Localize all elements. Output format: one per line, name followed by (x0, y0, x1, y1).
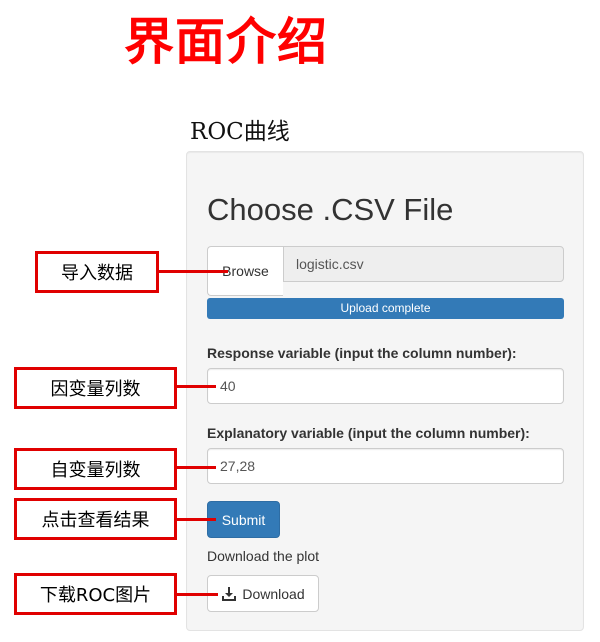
download-plot-label: Download the plot (207, 548, 320, 564)
explanatory-columns-arrow (176, 466, 216, 469)
submit-button[interactable]: Submit (207, 501, 280, 538)
panel-heading: Choose .CSV File (207, 192, 454, 227)
view-results-arrow (176, 518, 216, 521)
annotation-import-data: 导入数据 (35, 251, 159, 293)
file-input-group: Browse logistic.csv (207, 246, 564, 296)
annotation-explanatory-columns: 自变量列数 (14, 448, 177, 490)
file-name-field: logistic.csv (283, 246, 564, 282)
page-title: 界面介绍 (124, 13, 328, 71)
explanatory-variable-label: Explanatory variable (input the column n… (207, 425, 530, 441)
download-button[interactable]: Download (207, 575, 319, 612)
response-variable-input[interactable]: 40 (207, 368, 564, 404)
download-button-label: Download (242, 585, 305, 602)
upload-panel: Choose .CSV File Browse logistic.csv Upl… (186, 151, 584, 631)
download-icon (221, 586, 237, 602)
import-data-arrow (158, 270, 228, 273)
annotation-view-results: 点击查看结果 (14, 498, 177, 540)
upload-status-text: Upload complete (340, 301, 431, 315)
upload-progress-bar: Upload complete (207, 298, 564, 319)
explanatory-variable-input[interactable]: 27,28 (207, 448, 564, 484)
response-variable-label: Response variable (input the column numb… (207, 345, 517, 361)
download-roc-arrow (176, 593, 218, 596)
section-title: ROC曲线 (190, 119, 290, 145)
annotation-download-roc: 下载ROC图片 (14, 573, 177, 615)
annotation-response-columns: 因变量列数 (14, 367, 177, 409)
response-columns-arrow (176, 385, 216, 388)
